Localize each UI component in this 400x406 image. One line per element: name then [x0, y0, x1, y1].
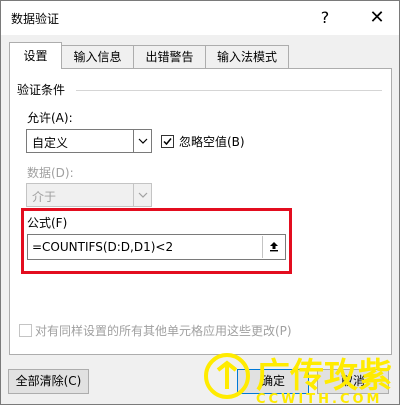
formula-input[interactable]: =COUNTIFS(D:D,D1)<2 — [27, 234, 286, 260]
formula-label: 公式(F) — [27, 216, 68, 230]
tab-settings[interactable]: 设置 — [9, 42, 62, 69]
data-validation-dialog: 数据验证 ? ✕ 设置 输入信息 出错警告 输入法模式 验证条件 允许(A): … — [0, 0, 400, 406]
checkmark-icon — [163, 138, 172, 146]
section-title: 验证条件 — [17, 83, 66, 97]
tab-ime-mode[interactable]: 输入法模式 — [205, 45, 289, 68]
ignore-blank-label: 忽略空值(B) — [179, 135, 245, 149]
window-title: 数据验证 — [11, 12, 60, 26]
tab-error-alert[interactable]: 出错警告 — [133, 45, 206, 68]
allow-label: 允许(A): — [27, 111, 73, 125]
clear-all-button[interactable]: 全部清除(C) — [8, 369, 89, 394]
title-bar: 数据验证 ? ✕ — [1, 1, 399, 35]
chevron-down-icon[interactable] — [133, 130, 151, 152]
svg-text:广传攻紫: 广传攻紫 — [256, 356, 392, 396]
svg-text:CCWITH.COM: CCWITH.COM — [256, 392, 382, 406]
allow-select-value: 自定义 — [32, 136, 69, 150]
upload-arrow-icon[interactable] — [262, 236, 284, 258]
apply-all-label: 对有同样设置的所有其他单元格应用这些更改(P) — [35, 324, 292, 338]
data-select: 介于 — [26, 183, 152, 207]
data-label: 数据(D): — [27, 166, 74, 180]
data-select-value: 介于 — [32, 190, 57, 204]
help-button[interactable]: ? — [307, 5, 343, 31]
section-divider — [76, 90, 382, 91]
watermark-logo: 广传攻紫 CCWITH.COM — [204, 353, 392, 406]
allow-select[interactable]: 自定义 — [26, 129, 152, 153]
close-button[interactable]: ✕ — [359, 5, 395, 31]
apply-all-checkbox — [19, 324, 32, 337]
formula-value: =COUNTIFS(D:D,D1)<2 — [32, 240, 174, 254]
ignore-blank-checkbox[interactable] — [161, 135, 174, 148]
tab-input-message[interactable]: 输入信息 — [61, 45, 134, 68]
chevron-down-icon — [133, 184, 151, 206]
